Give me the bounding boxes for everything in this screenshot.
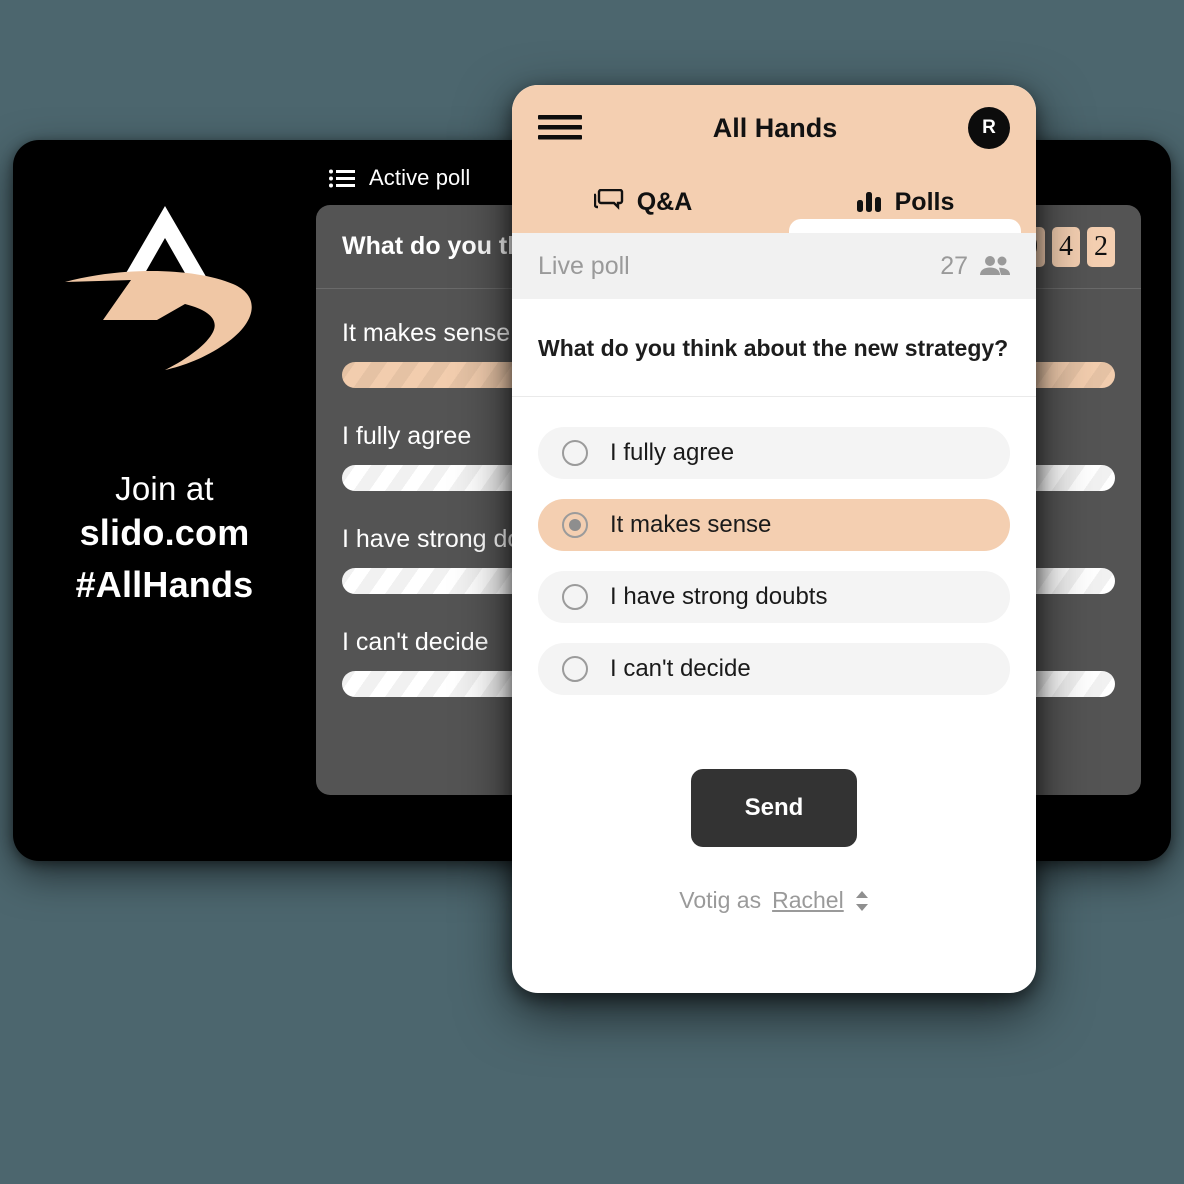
poll-option-label: I have strong doubts <box>610 583 828 610</box>
poll-option-label: I can't decide <box>610 655 751 682</box>
people-group-icon <box>980 256 1010 275</box>
tab-polls-label: Polls <box>894 187 955 216</box>
join-at-label: Join at <box>115 470 214 507</box>
slido-a-swoosh-logo <box>64 206 252 370</box>
poll-option[interactable]: I fully agree <box>538 427 1010 479</box>
active-poll-header: Active poll <box>329 165 470 191</box>
active-poll-label: Active poll <box>369 165 471 190</box>
poll-question: What do you think about the new strategy… <box>512 299 1036 397</box>
page-title: All Hands <box>712 112 838 143</box>
hamburger-menu-icon[interactable] <box>538 113 582 143</box>
bar-chart-icon <box>856 192 881 212</box>
radio-button[interactable] <box>562 584 588 610</box>
join-url: slido.com <box>79 511 250 553</box>
live-poll-label: Live poll <box>538 251 630 280</box>
voting-as-prefix: Votig as <box>679 887 762 913</box>
up-down-chevron-icon[interactable] <box>855 890 869 912</box>
send-area: Send Votig as Rachel <box>512 769 1036 914</box>
voting-as-name[interactable]: Rachel <box>772 887 844 914</box>
radio-button[interactable] <box>562 440 588 466</box>
tab-active-indicator <box>789 219 1021 233</box>
radio-button-selected[interactable] <box>562 512 588 538</box>
join-hashtag: #AllHands <box>75 563 254 605</box>
mobile-poll-card: All Hands R Q&A Polls Live poll 27 What … <box>512 85 1036 993</box>
radio-button[interactable] <box>562 656 588 682</box>
radio-dot <box>569 519 581 531</box>
avatar[interactable]: R <box>968 107 1010 149</box>
poll-option-label: It makes sense <box>610 511 772 538</box>
speech-bubbles-icon <box>593 188 623 210</box>
phone-topbar: All Hands R <box>512 85 1036 171</box>
poll-option[interactable]: I can't decide <box>538 643 1010 695</box>
poll-options-list: I fully agree It makes sense I have strong… <box>512 397 1036 695</box>
voting-as-row[interactable]: Votig as Rachel <box>512 887 1036 914</box>
tab-qa[interactable]: Q&A <box>512 171 774 233</box>
vote-code-digit: 2 <box>1087 226 1115 267</box>
tab-qa-label: Q&A <box>636 187 693 216</box>
live-poll-bar: Live poll 27 <box>512 233 1036 299</box>
phone-header: All Hands R Q&A Polls <box>512 85 1036 233</box>
list-icon <box>329 169 355 187</box>
poll-option[interactable]: It makes sense <box>538 499 1010 551</box>
participants-indicator: 27 <box>940 252 1010 281</box>
tab-polls[interactable]: Polls <box>774 171 1036 233</box>
vote-code-digit: 4 <box>1052 226 1080 267</box>
branding-block: Join at slido.com #AllHands <box>13 140 316 861</box>
poll-option[interactable]: I have strong doubts <box>538 571 1010 623</box>
poll-option-label: I fully agree <box>610 439 735 466</box>
send-button[interactable]: Send <box>690 769 858 847</box>
tab-bar: Q&A Polls <box>512 171 1036 233</box>
participant-count: 27 <box>940 251 968 280</box>
